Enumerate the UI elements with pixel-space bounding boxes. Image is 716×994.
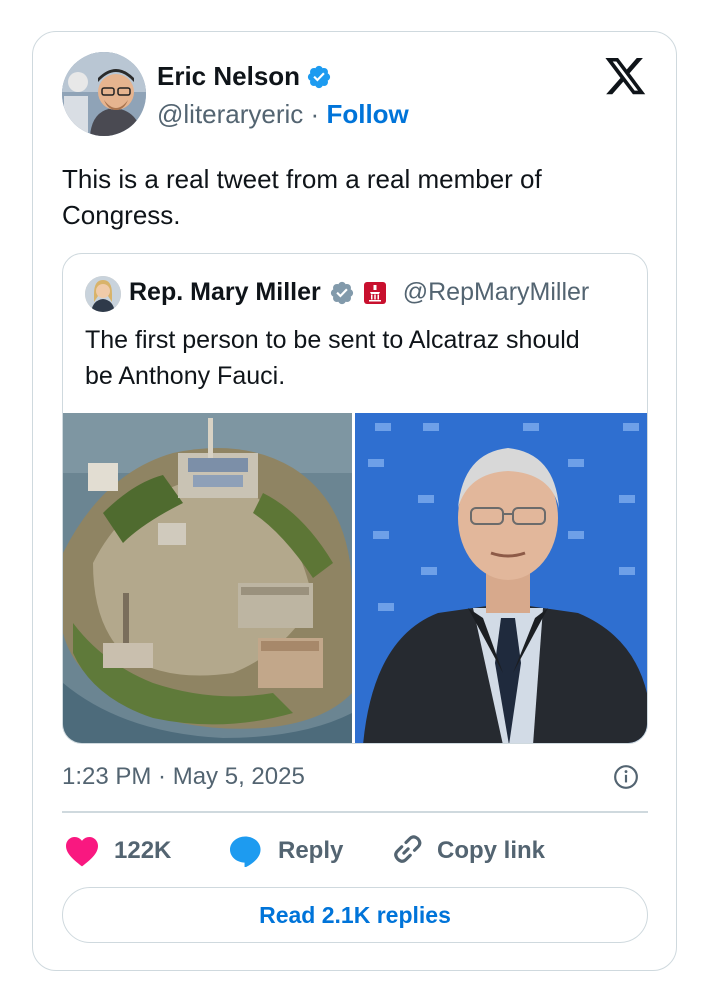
author-handle[interactable]: @literaryeric [157,99,303,129]
quoted-header: Rep. Mary Miller @RepMaryMiller [129,278,589,307]
verified-badge-icon [307,65,331,88]
quoted-avatar[interactable] [85,276,121,312]
author-meta: @literaryeric · Follow [157,99,409,130]
reply-button[interactable]: Reply [228,829,343,873]
link-icon [394,835,422,863]
portrait-photo[interactable] [355,413,648,744]
government-badge-icon [363,281,386,304]
like-button[interactable]: 122K [64,829,171,873]
like-count: 122K [114,837,172,864]
quoted-media[interactable] [63,413,648,744]
author-avatar[interactable] [62,52,146,136]
divider [62,811,648,813]
separator: · [310,99,320,129]
quoted-name[interactable]: Rep. Mary Miller [129,278,321,307]
quoted-tweet[interactable]: Rep. Mary Miller @RepMaryMiller The firs… [62,253,648,744]
author-avatar-image [62,52,146,136]
alcatraz-photo[interactable] [63,413,352,744]
author-name[interactable]: Eric Nelson [157,61,300,92]
author-name-row[interactable]: Eric Nelson [157,61,332,92]
quoted-text: The first person to be sent to Alcatraz … [85,326,580,390]
reply-bubble-icon [230,836,261,867]
reply-label: Reply [278,837,344,864]
tweet-embed-card: Eric Nelson @literaryeric · Follow This … [32,31,677,971]
info-icon[interactable] [613,764,639,790]
copy-link-button[interactable]: Copy link [389,829,545,873]
read-replies-button[interactable]: Read 2.1K replies [62,887,648,943]
gray-verified-badge-icon [330,281,353,304]
tweet-timestamp[interactable]: 1:23 PM · May 5, 2025 [62,763,305,791]
x-logo-icon[interactable] [605,58,647,96]
quoted-avatar-image [85,276,121,312]
action-bar: 122K Reply Copy link [62,829,648,873]
copy-link-label: Copy link [437,837,546,864]
tweet-text: This is a real tweet from a real member … [62,164,542,230]
heart-icon [66,837,98,867]
follow-button[interactable]: Follow [326,99,408,129]
quoted-handle[interactable]: @RepMaryMiller [403,278,590,307]
